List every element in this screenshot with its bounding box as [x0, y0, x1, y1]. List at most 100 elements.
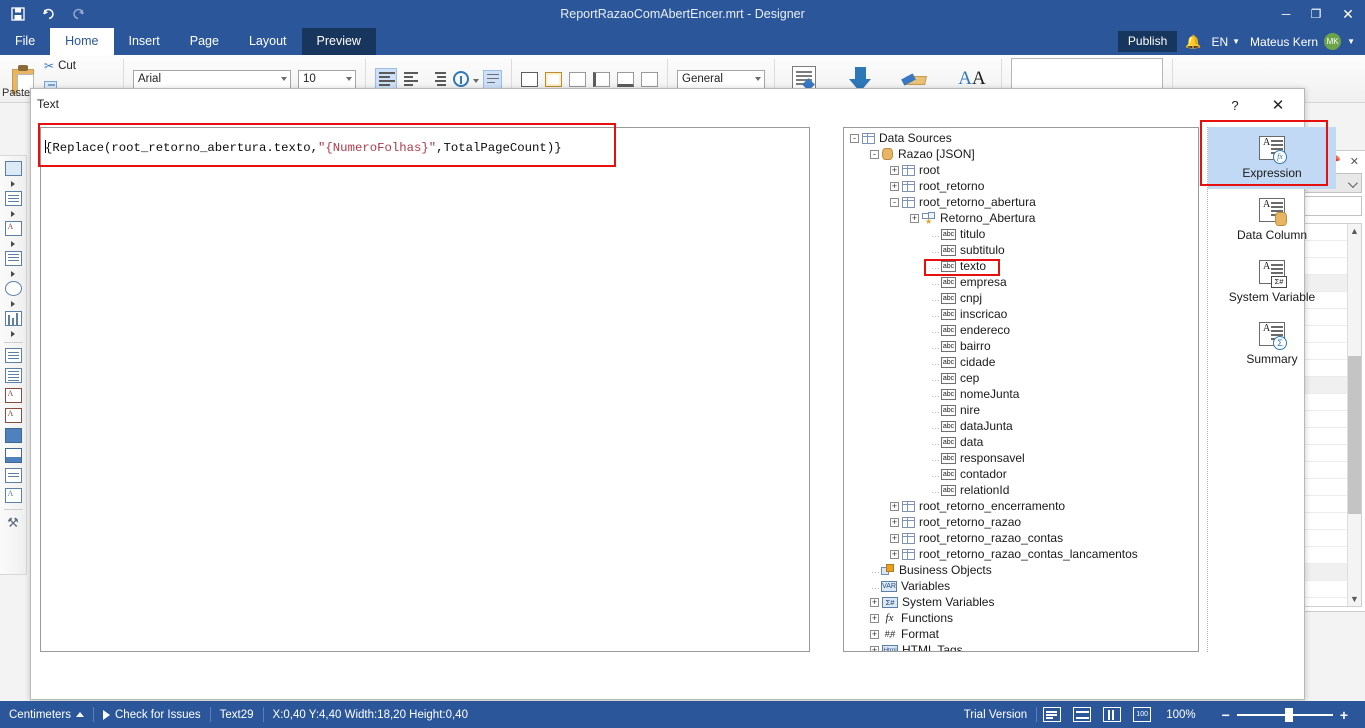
language-chevron-down-icon[interactable]: ▼ — [1232, 37, 1240, 46]
tab-preview[interactable]: Preview — [301, 28, 376, 55]
border-all-button[interactable] — [521, 71, 538, 87]
cut-button[interactable]: ✂ Cut — [44, 58, 88, 74]
language-selector-label[interactable]: EN — [1211, 35, 1228, 49]
expression-button[interactable]: A fx Expression — [1208, 127, 1336, 189]
border-none-button[interactable] — [569, 71, 586, 87]
view-single-page-icon[interactable] — [1043, 707, 1062, 722]
tree-item[interactable]: … abc dataJunta — [844, 418, 1198, 434]
tree-item[interactable]: + root — [844, 162, 1198, 178]
scroll-up-icon[interactable]: ▲ — [1348, 224, 1361, 238]
view-page-icon[interactable] — [1103, 707, 1122, 722]
tab-layout[interactable]: Layout — [234, 28, 302, 55]
barcode-tool[interactable] — [3, 249, 24, 268]
border-left-button[interactable] — [593, 71, 610, 87]
tree-item[interactable]: + root_retorno_razao — [844, 514, 1198, 530]
shape-tool[interactable] — [3, 279, 24, 298]
barcode-tool-chevron-icon[interactable] — [3, 269, 24, 278]
crosstab-tool[interactable]: A — [3, 219, 24, 238]
tree-item[interactable]: … abc cidade — [844, 354, 1198, 370]
tab-page[interactable]: Page — [175, 28, 234, 55]
header-band-tool[interactable] — [3, 446, 24, 465]
close-button[interactable]: ✕ — [1331, 0, 1365, 28]
text-in-cells-tool[interactable]: A — [3, 406, 24, 425]
tree-item[interactable]: … abc cep — [844, 370, 1198, 386]
tree-expander[interactable]: + — [870, 597, 879, 607]
align-left-button[interactable] — [375, 68, 397, 90]
scroll-down-icon[interactable]: ▼ — [1348, 592, 1361, 606]
tree-item[interactable]: + fx Functions — [844, 610, 1198, 626]
tree-item[interactable]: + root_retorno — [844, 178, 1198, 194]
tree-item[interactable]: … abc responsavel — [844, 450, 1198, 466]
save-icon[interactable] — [8, 4, 28, 24]
panel-tool[interactable] — [3, 159, 24, 178]
tree-item[interactable]: … abc subtitulo — [844, 242, 1198, 258]
text-tool[interactable]: A — [3, 386, 24, 405]
tree-item[interactable]: + Html HTML Tags — [844, 642, 1198, 651]
check-for-issues-button[interactable]: Check for Issues — [94, 701, 210, 728]
restore-button[interactable]: ❐ — [1301, 0, 1331, 28]
tree-item[interactable]: … abc nire — [844, 402, 1198, 418]
number-format-combobox[interactable]: General — [677, 69, 765, 89]
border-clear-button[interactable] — [641, 71, 658, 87]
tree-expander[interactable]: + — [890, 165, 899, 175]
scrollbar-thumb[interactable] — [1348, 356, 1361, 514]
tree-item[interactable]: - root_retorno_abertura — [844, 194, 1198, 210]
tree-expander[interactable]: + — [890, 517, 899, 527]
tab-home[interactable]: Home — [50, 28, 114, 55]
redo-icon[interactable] — [68, 4, 88, 24]
tree-expander[interactable]: + — [870, 613, 879, 623]
tree-expander[interactable]: + — [890, 533, 899, 543]
zoom-in-button[interactable]: + — [1333, 707, 1355, 723]
help-button[interactable]: ? — [1224, 95, 1246, 115]
tree-item[interactable]: + ★ Retorno_Abertura — [844, 210, 1198, 226]
tree-expander[interactable]: - — [850, 133, 859, 143]
tree-item[interactable]: + root_retorno_razao_contas — [844, 530, 1198, 546]
tree-item[interactable]: + root_retorno_encerramento — [844, 498, 1198, 514]
band-tool[interactable] — [3, 426, 24, 445]
zoom-thumb[interactable] — [1284, 707, 1293, 722]
units-selector[interactable]: Centimeters — [0, 701, 93, 728]
chart-tool-chevron-icon[interactable] — [3, 329, 24, 338]
tab-insert[interactable]: Insert — [114, 28, 175, 55]
tree-item[interactable]: … abc empresa — [844, 274, 1198, 290]
zoom-out-button[interactable]: − — [1215, 707, 1237, 723]
tree-item[interactable]: - Data Sources — [844, 130, 1198, 146]
tree-item[interactable]: … abc cnpj — [844, 290, 1198, 306]
tree-item[interactable]: + #,# Format — [844, 626, 1198, 642]
zoom-100-icon[interactable]: 100 — [1133, 707, 1152, 722]
panel-tool-chevron-icon[interactable] — [3, 179, 24, 188]
minimize-button[interactable]: ─ — [1271, 0, 1301, 28]
view-continuous-icon[interactable] — [1073, 707, 1092, 722]
tree-item[interactable]: - Razao [JSON] — [844, 146, 1198, 162]
tree-expander[interactable]: + — [910, 213, 919, 223]
align-center-button[interactable] — [401, 68, 423, 90]
align-right-button[interactable] — [427, 68, 449, 90]
tree-expander[interactable]: + — [870, 645, 879, 651]
text-rotation-icon[interactable] — [453, 71, 469, 87]
summary-button[interactable]: A Σ Summary — [1208, 313, 1336, 375]
tree-item[interactable]: … abc titulo — [844, 226, 1198, 242]
system-variable-button[interactable]: A Σ# System Variable — [1208, 251, 1336, 313]
crosstab-tool-chevron-icon[interactable] — [3, 239, 24, 248]
rotation-chevron-down-icon[interactable] — [473, 79, 479, 83]
tree-expander[interactable]: + — [890, 501, 899, 511]
zoom-track[interactable] — [1236, 707, 1333, 722]
border-bottom-button[interactable] — [617, 71, 634, 87]
table-tool-chevron-icon[interactable] — [3, 209, 24, 218]
tree-expander[interactable]: - — [870, 149, 879, 159]
properties-scrollbar[interactable]: ▲ ▼ — [1347, 224, 1361, 606]
tree-item[interactable]: + root_retorno_razao_contas_lancamentos — [844, 546, 1198, 562]
zoom-slider[interactable]: − + — [1205, 707, 1365, 723]
tree-expander[interactable]: + — [890, 549, 899, 559]
dialog-close-button[interactable]: ✕ — [1266, 94, 1290, 116]
tree-expander[interactable]: + — [890, 181, 899, 191]
tree-item[interactable]: … abc data — [844, 434, 1198, 450]
subreport-tool[interactable] — [3, 346, 24, 365]
account-chevron-down-icon[interactable]: ▼ — [1347, 37, 1355, 46]
avatar[interactable]: MK — [1324, 33, 1342, 50]
notification-bell-icon[interactable]: 🔔 — [1185, 34, 1201, 50]
tree-item[interactable]: … abc inscricao — [844, 306, 1198, 322]
tab-file[interactable]: File — [0, 28, 50, 55]
undo-icon[interactable] — [38, 4, 58, 24]
word-wrap-button[interactable] — [483, 69, 502, 89]
